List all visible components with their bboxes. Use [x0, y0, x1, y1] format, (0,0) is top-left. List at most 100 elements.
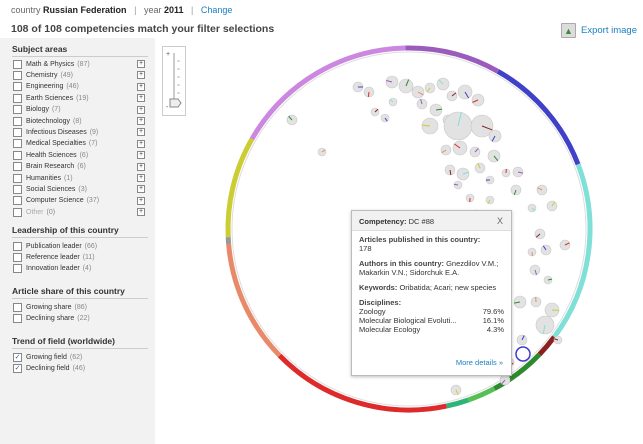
- filter-label: Social Sciences: [26, 185, 76, 193]
- expand-icon[interactable]: +: [137, 71, 145, 80]
- top-bar: country Russian Federation | year 2011 |…: [11, 5, 233, 15]
- discipline-name: Molecular Biological Evoluti...: [359, 316, 457, 325]
- filter-row[interactable]: Innovation leader (4): [13, 264, 145, 274]
- filter-row[interactable]: Growing share (86): [13, 302, 145, 312]
- discipline-pct: 79.6%: [482, 307, 504, 316]
- filter-count: (87): [77, 60, 90, 68]
- expand-icon[interactable]: +: [137, 151, 145, 160]
- discipline-row: Molecular Biological Evoluti... 16.1%: [359, 316, 504, 325]
- filter-label: Chemistry: [26, 71, 58, 79]
- filter-label: Biotechnology: [26, 117, 70, 125]
- filter-row[interactable]: Computer Science (37) +: [13, 196, 145, 206]
- filter-label: Publication leader: [26, 242, 82, 250]
- checkbox[interactable]: [13, 82, 22, 92]
- expand-icon[interactable]: +: [137, 174, 145, 182]
- ring-segment: [405, 45, 500, 74]
- checkbox[interactable]: [13, 139, 22, 149]
- checkbox[interactable]: [13, 150, 22, 160]
- checkbox[interactable]: [13, 184, 22, 194]
- articles-value: 178: [359, 244, 372, 253]
- filter-label: Reference leader: [26, 253, 80, 261]
- filter-row[interactable]: Medical Specialties (7) +: [13, 139, 145, 149]
- checkbox[interactable]: [13, 116, 22, 126]
- bubble-slice: [453, 183, 459, 186]
- disciplines-label: Disciplines:: [359, 298, 402, 307]
- checkbox[interactable]: [13, 264, 22, 274]
- expand-icon[interactable]: +: [137, 185, 145, 194]
- divider: [12, 348, 148, 349]
- filter-row[interactable]: Engineering (46) +: [13, 82, 145, 92]
- filter-count: (7): [88, 140, 98, 148]
- filter-row[interactable]: ✓ Growing field (62): [13, 352, 145, 362]
- filter-label: Computer Science: [26, 197, 84, 205]
- filter-label: Growing field: [26, 353, 67, 361]
- close-icon[interactable]: X: [497, 216, 503, 226]
- filter-label: Declining field: [26, 364, 70, 372]
- change-link[interactable]: Change: [201, 5, 233, 15]
- more-details-link[interactable]: More details »: [456, 358, 503, 367]
- filter-count: (11): [82, 253, 95, 261]
- checkbox[interactable]: [13, 241, 22, 251]
- expand-icon[interactable]: +: [137, 60, 145, 68]
- expand-icon[interactable]: +: [137, 128, 145, 137]
- filter-count: (19): [76, 94, 89, 102]
- filter-count: (4): [82, 265, 92, 273]
- filter-count: (1): [64, 174, 73, 182]
- filter-row[interactable]: ✓ Declining field (46): [13, 363, 145, 373]
- checkbox[interactable]: [13, 70, 22, 80]
- expand-icon[interactable]: +: [137, 94, 145, 103]
- expand-icon[interactable]: +: [137, 82, 145, 91]
- expand-icon[interactable]: +: [137, 162, 145, 171]
- keywords-value: Oribatida; Acari; new species: [399, 283, 497, 292]
- filter-count: (37): [86, 197, 100, 205]
- filter-row[interactable]: Math & Physics (87) +: [13, 59, 145, 69]
- filter-row[interactable]: Chemistry (49) +: [13, 70, 145, 80]
- checkbox[interactable]: [13, 173, 22, 183]
- expand-icon[interactable]: +: [137, 196, 145, 205]
- bubble-slice: [367, 91, 370, 98]
- export-image-button[interactable]: ▲ Export image: [561, 23, 637, 38]
- checkbox[interactable]: ✓: [13, 352, 22, 362]
- checkbox[interactable]: [13, 207, 22, 217]
- filter-count: (22): [77, 314, 90, 322]
- filter-label: Declining share: [26, 314, 75, 322]
- filter-row[interactable]: Infectious Diseases (9) +: [13, 127, 145, 137]
- expand-icon[interactable]: +: [137, 105, 145, 114]
- filter-row[interactable]: Humanities (1) +: [13, 173, 145, 183]
- disciplines-list: Zoology 79.6% Molecular Biological Evoluti…: [359, 307, 504, 334]
- leadership-title: Leadership of this country: [12, 225, 119, 235]
- selected-bubble[interactable]: [515, 346, 531, 362]
- checkbox[interactable]: [13, 302, 22, 312]
- checkbox[interactable]: [13, 59, 22, 69]
- filter-row[interactable]: Declining share (22): [13, 313, 145, 323]
- filter-row[interactable]: Health Sciences (6) +: [13, 150, 145, 160]
- checkbox[interactable]: [13, 105, 22, 115]
- discipline-row: Zoology 79.6%: [359, 307, 504, 316]
- filter-label: Brain Research: [26, 163, 75, 171]
- filter-row[interactable]: Other (0) +: [13, 207, 145, 217]
- filter-count: (46): [66, 83, 79, 91]
- filter-row[interactable]: Earth Sciences (19) +: [13, 93, 145, 103]
- filter-row[interactable]: Biotechnology (8) +: [13, 116, 145, 126]
- filter-row[interactable]: Brain Research (6) +: [13, 162, 145, 172]
- filter-label: Humanities: [26, 174, 62, 182]
- expand-icon[interactable]: +: [137, 139, 145, 148]
- checkbox[interactable]: [13, 162, 22, 172]
- filter-count: (7): [51, 106, 61, 114]
- checkbox[interactable]: [13, 252, 22, 262]
- checkbox[interactable]: [13, 196, 22, 206]
- checkbox[interactable]: [13, 93, 22, 103]
- filter-row[interactable]: Social Sciences (3) +: [13, 184, 145, 194]
- filter-row[interactable]: Reference leader (11): [13, 252, 145, 262]
- checkbox[interactable]: [13, 127, 22, 137]
- filter-row[interactable]: Biology (7) +: [13, 105, 145, 115]
- expand-icon[interactable]: +: [137, 208, 145, 217]
- filter-count: (3): [78, 185, 87, 193]
- filter-row[interactable]: Publication leader (66): [13, 241, 145, 251]
- expand-icon[interactable]: +: [137, 117, 145, 125]
- checkbox[interactable]: [13, 313, 22, 323]
- match-headline: 108 of 108 competencies match your filte…: [11, 23, 275, 35]
- filter-count: (86): [74, 303, 87, 311]
- checkbox[interactable]: ✓: [13, 363, 22, 373]
- articles-label: Articles published in this country:: [359, 235, 481, 244]
